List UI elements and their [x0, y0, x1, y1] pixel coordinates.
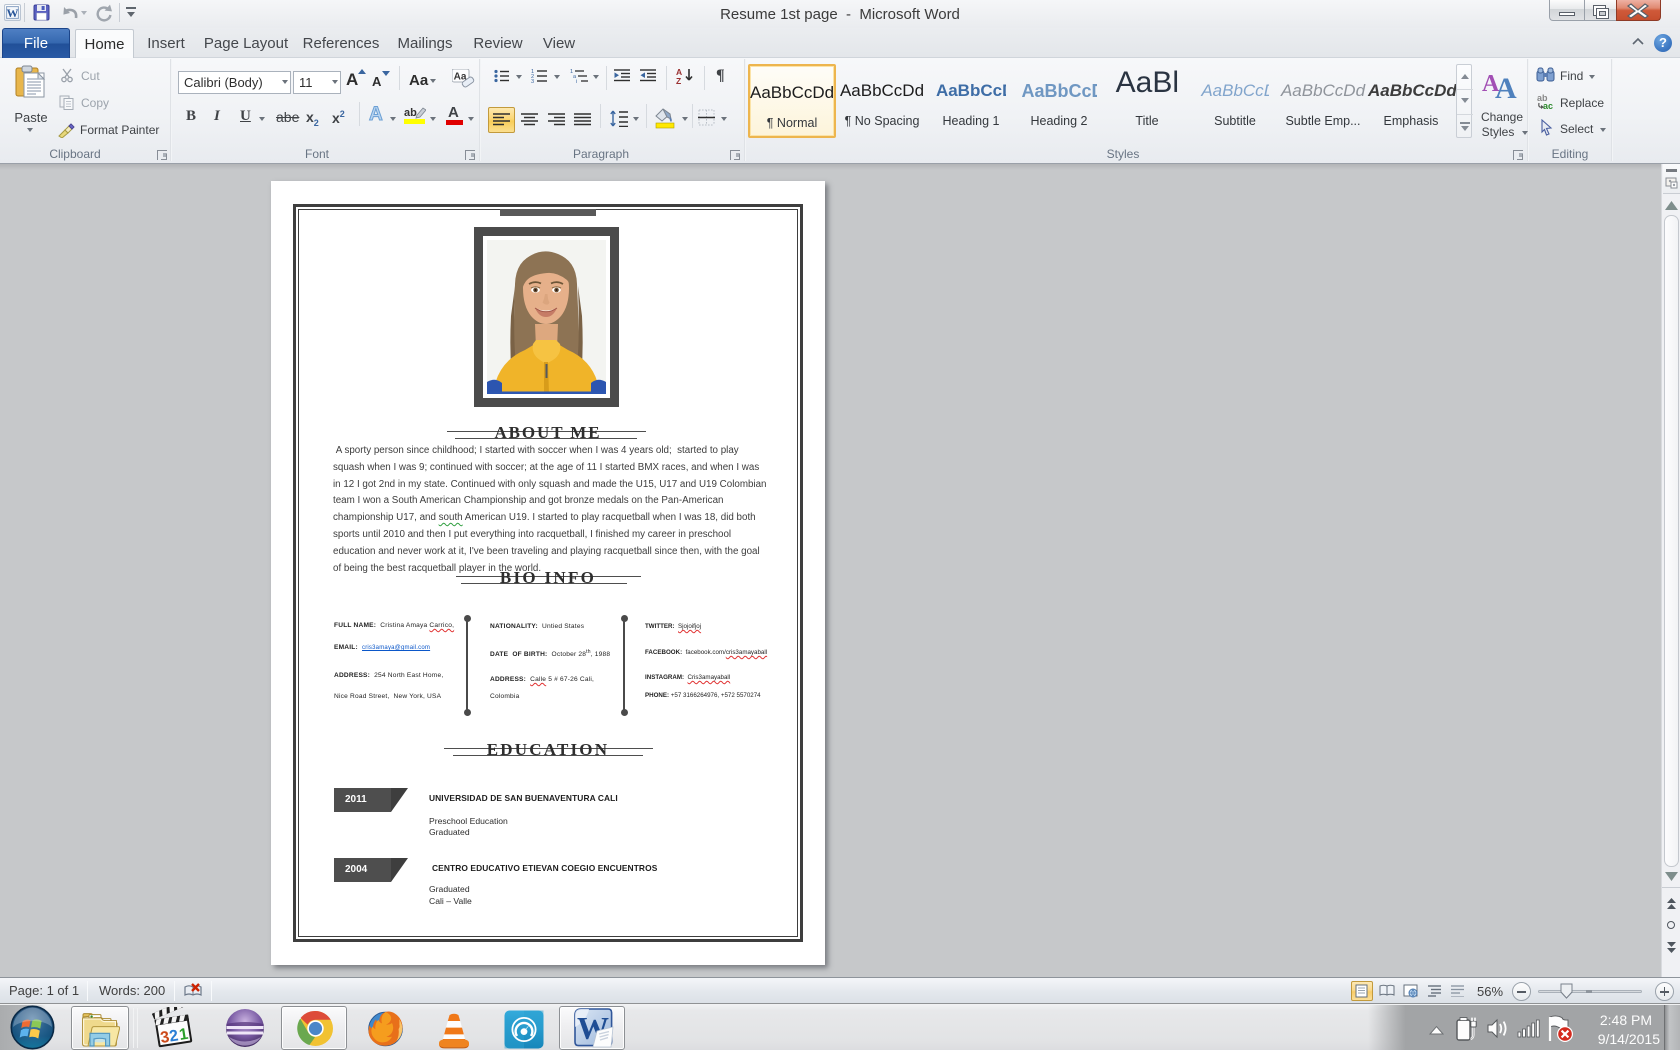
- svg-text:3: 3: [531, 79, 534, 83]
- svg-text:ab: ab: [404, 107, 417, 119]
- svg-text:A: A: [1495, 72, 1517, 101]
- svg-text:ac: ac: [1543, 101, 1553, 110]
- svg-text:i: i: [576, 79, 577, 83]
- svg-text:W: W: [7, 6, 19, 20]
- svg-text:Z: Z: [676, 76, 681, 85]
